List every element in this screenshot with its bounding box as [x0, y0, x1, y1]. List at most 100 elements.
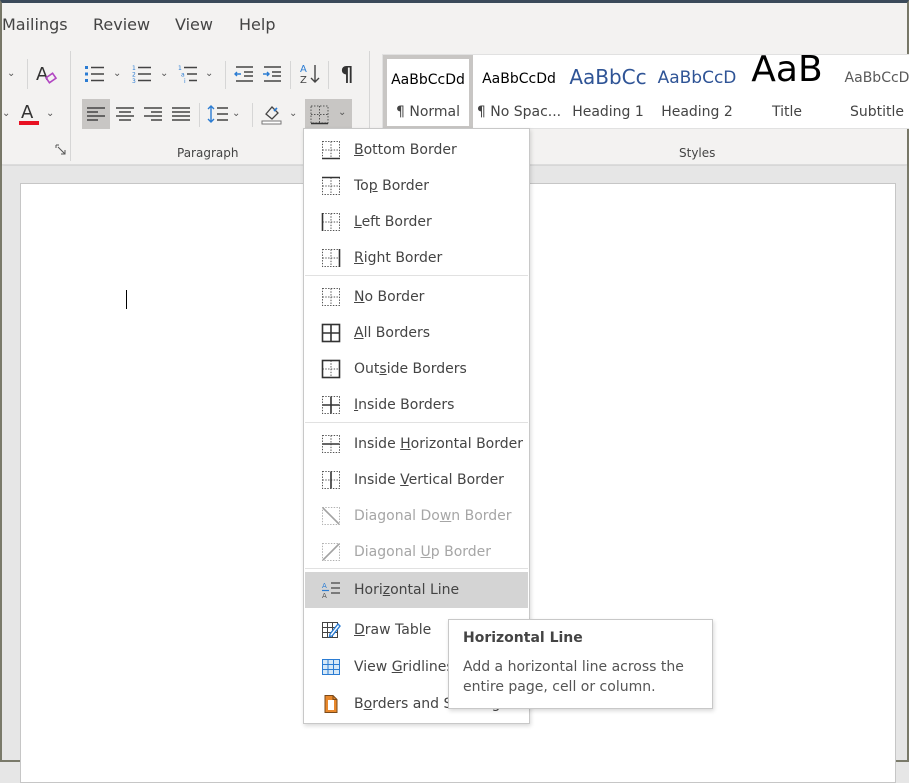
menu-item-label: All Borders — [354, 325, 431, 341]
inside-vertical-border-icon — [321, 470, 341, 490]
separator — [252, 103, 253, 127]
menu-item-inside-horizontal-border[interactable]: Inside Horizontal Border — [305, 426, 528, 462]
align-center-icon — [116, 107, 134, 121]
right-border-icon — [321, 248, 341, 268]
menu-item-label: Horizontal Line — [354, 582, 460, 598]
paragraph-group-label: Paragraph — [177, 146, 239, 160]
separator — [290, 61, 291, 89]
shading-button[interactable] — [258, 99, 286, 129]
tooltip-title: Horizontal Line — [463, 630, 583, 646]
increase-indent-icon — [263, 66, 281, 82]
align-center-button[interactable] — [111, 99, 139, 129]
line-spacing-dropdown-chevron[interactable]: ⌄ — [232, 108, 240, 119]
separator — [27, 59, 28, 89]
menu-item-label: Left Border — [354, 214, 432, 230]
style-name: Title — [771, 104, 802, 120]
menu-item-diagonal-up-border: Diagonal Up Border — [305, 534, 528, 570]
style-name: Heading 2 — [661, 104, 733, 120]
bottom-border-icon — [310, 105, 328, 125]
horizontal-line-icon: AA — [321, 580, 341, 600]
text-cursor — [126, 290, 127, 309]
style-sample: AaBbCcD — [657, 68, 737, 88]
sort-icon: AZ — [300, 64, 320, 86]
tooltip: Horizontal Line Add a horizontal line ac… — [448, 619, 713, 709]
menu-item-inside-vertical-border[interactable]: Inside Vertical Border — [305, 462, 528, 498]
tab-view[interactable]: View — [175, 15, 213, 34]
tab-review[interactable]: Review — [93, 15, 150, 34]
pilcrow-icon: ¶ — [340, 62, 354, 86]
style-sample: AaB — [751, 49, 823, 90]
menu-item-top-border[interactable]: Top Border — [305, 168, 528, 204]
decrease-indent-button[interactable] — [231, 59, 257, 89]
show-formatting-marks-button[interactable]: ¶ — [335, 59, 359, 89]
svg-text:i: i — [184, 78, 186, 84]
style-name: Heading 1 — [572, 104, 644, 120]
align-left-icon — [87, 107, 105, 121]
style-title[interactable]: AaB Title — [745, 49, 829, 130]
borders-button[interactable]: ⌄ — [305, 99, 352, 131]
svg-text:Z: Z — [300, 75, 307, 86]
menu-item-left-border[interactable]: Left Border — [305, 204, 528, 240]
style-name: Subtitle — [849, 104, 905, 120]
draw-table-icon — [321, 620, 341, 640]
menu-item-inside-borders[interactable]: Inside Borders — [305, 387, 528, 423]
bullets-button[interactable] — [82, 59, 108, 89]
bullets-icon — [85, 66, 104, 82]
shading-dropdown-chevron[interactable]: ⌄ — [289, 108, 297, 119]
outside-borders-icon — [321, 359, 341, 379]
diagonal-up-border-icon — [321, 542, 341, 562]
style-sample: AaBbCcDd — [482, 71, 556, 87]
top-border-icon — [321, 176, 341, 196]
font-color-button[interactable]: A — [16, 99, 42, 129]
menu-item-label: Diagonal Up Border — [354, 544, 492, 560]
borders-dropdown-chevron[interactable]: ⌄ — [338, 107, 346, 118]
menu-item-bottom-border[interactable]: Bottom Border — [305, 132, 528, 168]
menu-item-label: Outside Borders — [354, 361, 467, 377]
style-subtitle[interactable]: AaBbCcD Subtitle — [837, 55, 909, 130]
no-border-icon — [321, 287, 341, 307]
menu-item-label: No Border — [354, 289, 425, 305]
tab-mailings[interactable]: Mailings — [2, 15, 68, 34]
menu-item-no-border[interactable]: No Border — [305, 279, 528, 315]
font-dialog-launcher[interactable] — [54, 143, 68, 157]
menu-item-right-border[interactable]: Right Border — [305, 240, 528, 276]
style-name: ¶ No Spac... — [476, 104, 562, 120]
multilevel-list-icon: 1ai — [178, 65, 197, 84]
inside-borders-icon — [321, 395, 341, 415]
line-spacing-button[interactable] — [204, 99, 232, 129]
svg-text:A: A — [300, 64, 307, 75]
separator — [225, 61, 226, 89]
menu-item-all-borders[interactable]: All Borders — [305, 315, 528, 351]
svg-text:A: A — [322, 592, 327, 600]
menu-item-outside-borders[interactable]: Outside Borders — [305, 351, 528, 387]
shading-bucket-icon — [261, 106, 282, 125]
numbering-button[interactable]: 123 — [129, 59, 155, 89]
style-no-spacing[interactable]: AaBbCcDd ¶ No Spac... — [475, 55, 563, 130]
menu-item-horizontal-line[interactable]: A A Horizontal Line — [305, 572, 528, 608]
sort-button[interactable]: AZ — [296, 59, 324, 89]
style-heading-2[interactable]: AaBbCcD Heading 2 — [657, 55, 737, 130]
justify-icon — [172, 107, 190, 121]
highlight-dropdown-chevron[interactable]: ⌄ — [2, 108, 10, 119]
align-right-button[interactable] — [139, 99, 167, 129]
align-left-button[interactable] — [82, 99, 110, 129]
menu-item-label: Inside Borders — [354, 397, 455, 413]
numbering-dropdown-chevron[interactable]: ⌄ — [160, 68, 168, 79]
clear-formatting-button[interactable]: A — [33, 59, 59, 89]
increase-indent-button[interactable] — [259, 59, 285, 89]
bullets-dropdown-chevron[interactable]: ⌄ — [113, 68, 121, 79]
decrease-indent-icon — [234, 66, 253, 82]
style-sample: AaBbCcDd — [391, 72, 465, 88]
align-right-icon — [144, 107, 162, 121]
menu-item-diagonal-down-border: Diagonal Down Border — [305, 498, 528, 534]
menu-item-label: Inside Horizontal Border — [354, 436, 524, 452]
multilevel-list-button[interactable]: 1ai — [175, 59, 201, 89]
font-color-dropdown-chevron[interactable]: ⌄ — [46, 108, 54, 119]
multilevel-dropdown-chevron[interactable]: ⌄ — [205, 68, 213, 79]
tab-help[interactable]: Help — [239, 15, 275, 34]
style-heading-1[interactable]: AaBbCc Heading 1 — [567, 55, 649, 130]
style-name: ¶ Normal — [395, 104, 460, 120]
style-normal[interactable]: AaBbCcDd ¶ Normal — [383, 55, 473, 130]
font-size-dropdown-chevron[interactable]: ⌄ — [7, 68, 15, 79]
justify-button[interactable] — [167, 99, 195, 129]
